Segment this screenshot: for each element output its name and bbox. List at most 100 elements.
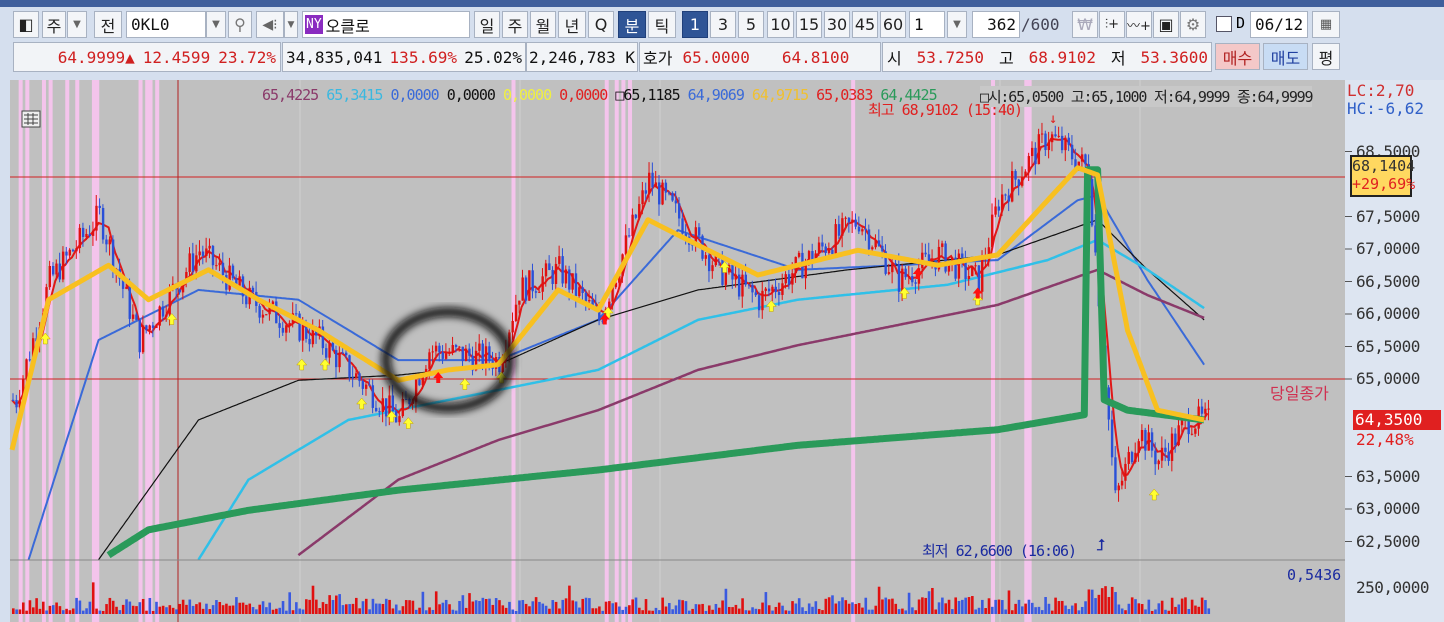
candle bbox=[1120, 480, 1124, 486]
volume-bar bbox=[1127, 603, 1131, 614]
market-type-dropdown[interactable]: ▼ bbox=[67, 11, 87, 38]
date-input[interactable]: 06/12 bbox=[1250, 11, 1308, 38]
volume-bar bbox=[75, 597, 78, 614]
minute-60[interactable]: 60 bbox=[880, 11, 906, 38]
date-checkbox[interactable] bbox=[1216, 16, 1232, 32]
volume-bar bbox=[1177, 604, 1181, 614]
volume-bar bbox=[125, 599, 128, 614]
volume-bar bbox=[95, 608, 98, 614]
candle bbox=[281, 327, 285, 333]
candle bbox=[431, 351, 434, 353]
currency-icon[interactable]: ₩ bbox=[1072, 11, 1098, 38]
interval-input[interactable]: 1 bbox=[909, 11, 945, 38]
save-icon[interactable]: ▣ bbox=[1153, 11, 1179, 38]
volume-bar bbox=[461, 595, 465, 614]
volume-bar bbox=[98, 610, 102, 614]
candle bbox=[944, 243, 947, 272]
period-week[interactable]: 주 bbox=[502, 11, 528, 38]
price-chart[interactable] bbox=[0, 78, 1444, 622]
minute-5[interactable]: 5 bbox=[738, 11, 764, 38]
volume-bar bbox=[1144, 609, 1147, 614]
y-tick-label: 65,5000 bbox=[1356, 336, 1420, 356]
minute-1[interactable]: 1 bbox=[682, 11, 708, 38]
gear-icon[interactable]: ⚙ bbox=[1180, 11, 1206, 38]
count-input[interactable]: 362 bbox=[972, 11, 1020, 38]
volume-bar bbox=[1011, 610, 1014, 614]
period-day[interactable]: 일 bbox=[474, 11, 500, 38]
calendar-icon[interactable]: ▦ bbox=[1312, 11, 1340, 38]
speaker-icon[interactable]: ◀⁝ bbox=[256, 11, 284, 38]
volume-bar bbox=[295, 602, 298, 614]
panel-toggle-icon[interactable]: ◧ bbox=[13, 11, 39, 38]
minute-10[interactable]: 10 bbox=[767, 11, 794, 38]
volume-bar bbox=[621, 609, 624, 614]
period-quarter[interactable]: Q bbox=[588, 11, 614, 38]
candle bbox=[997, 206, 1001, 211]
candle bbox=[538, 291, 541, 293]
volume-bar bbox=[777, 602, 781, 614]
volume-bar bbox=[934, 609, 938, 614]
candle bbox=[658, 182, 661, 205]
change-value: 12.4599 bbox=[142, 47, 211, 67]
sell-button[interactable]: 매도 bbox=[1263, 43, 1308, 70]
interval-dropdown[interactable]: ▼ bbox=[947, 11, 967, 38]
period-minute[interactable]: 분 bbox=[618, 11, 646, 38]
y-tick-label: 63,0000 bbox=[1356, 499, 1420, 518]
volume-bar bbox=[1100, 588, 1104, 614]
candle bbox=[28, 359, 32, 361]
volume-bar bbox=[305, 599, 308, 614]
candle bbox=[238, 276, 241, 286]
volume-bar bbox=[48, 605, 52, 614]
candle bbox=[1017, 179, 1021, 186]
symbol-input[interactable]: 0KL0 bbox=[126, 11, 206, 38]
candle bbox=[1054, 134, 1057, 137]
candle bbox=[51, 265, 55, 275]
candle bbox=[354, 373, 358, 378]
volume-bar bbox=[141, 598, 145, 614]
add-indicator-icon[interactable]: 〰+ bbox=[1126, 11, 1152, 38]
candle bbox=[451, 345, 454, 353]
average-button[interactable]: 평 bbox=[1312, 43, 1340, 70]
volume-bar bbox=[671, 609, 674, 614]
candle bbox=[967, 275, 971, 279]
candle bbox=[371, 385, 375, 408]
volume-bar bbox=[658, 610, 661, 614]
exchange-badge: NY bbox=[305, 15, 323, 34]
minute-45[interactable]: 45 bbox=[852, 11, 878, 38]
candle bbox=[328, 342, 331, 358]
speaker-dropdown[interactable]: ▼ bbox=[284, 11, 298, 38]
volume-bar bbox=[424, 610, 428, 614]
candle bbox=[418, 379, 421, 386]
candle bbox=[548, 263, 551, 270]
candle bbox=[58, 263, 62, 280]
all-button[interactable]: 전 bbox=[94, 11, 122, 38]
volume-bar bbox=[628, 605, 631, 614]
volume-bar bbox=[338, 594, 341, 614]
minute-3[interactable]: 3 bbox=[710, 11, 736, 38]
period-tick[interactable]: 틱 bbox=[648, 11, 676, 38]
volume-bar bbox=[325, 603, 328, 614]
low-label: 저 bbox=[1110, 49, 1126, 68]
volume-bar bbox=[228, 605, 232, 614]
search-icon[interactable]: ⚲ bbox=[228, 11, 252, 38]
period-year[interactable]: 년 bbox=[558, 11, 586, 38]
volume-bar bbox=[1047, 603, 1051, 614]
volume-bar bbox=[904, 610, 908, 614]
volume-bar bbox=[1064, 605, 1067, 614]
volume-bar bbox=[148, 597, 152, 614]
candle bbox=[994, 206, 997, 215]
period-month[interactable]: 월 bbox=[530, 11, 556, 38]
volume-bar bbox=[278, 607, 281, 614]
candle bbox=[48, 265, 52, 288]
session-highlight-band bbox=[614, 80, 619, 622]
volume-bar bbox=[797, 598, 801, 614]
buy-button[interactable]: 매수 bbox=[1215, 43, 1260, 70]
minute-15[interactable]: 15 bbox=[796, 11, 822, 38]
market-type-select[interactable]: 주 bbox=[42, 11, 66, 38]
volume-bar bbox=[774, 606, 778, 614]
add-candle-icon[interactable]: ⫶+ bbox=[1099, 11, 1125, 38]
candle bbox=[564, 269, 568, 284]
volume-bar bbox=[997, 599, 1001, 614]
minute-30[interactable]: 30 bbox=[824, 11, 850, 38]
symbol-dropdown[interactable]: ▼ bbox=[206, 11, 226, 38]
